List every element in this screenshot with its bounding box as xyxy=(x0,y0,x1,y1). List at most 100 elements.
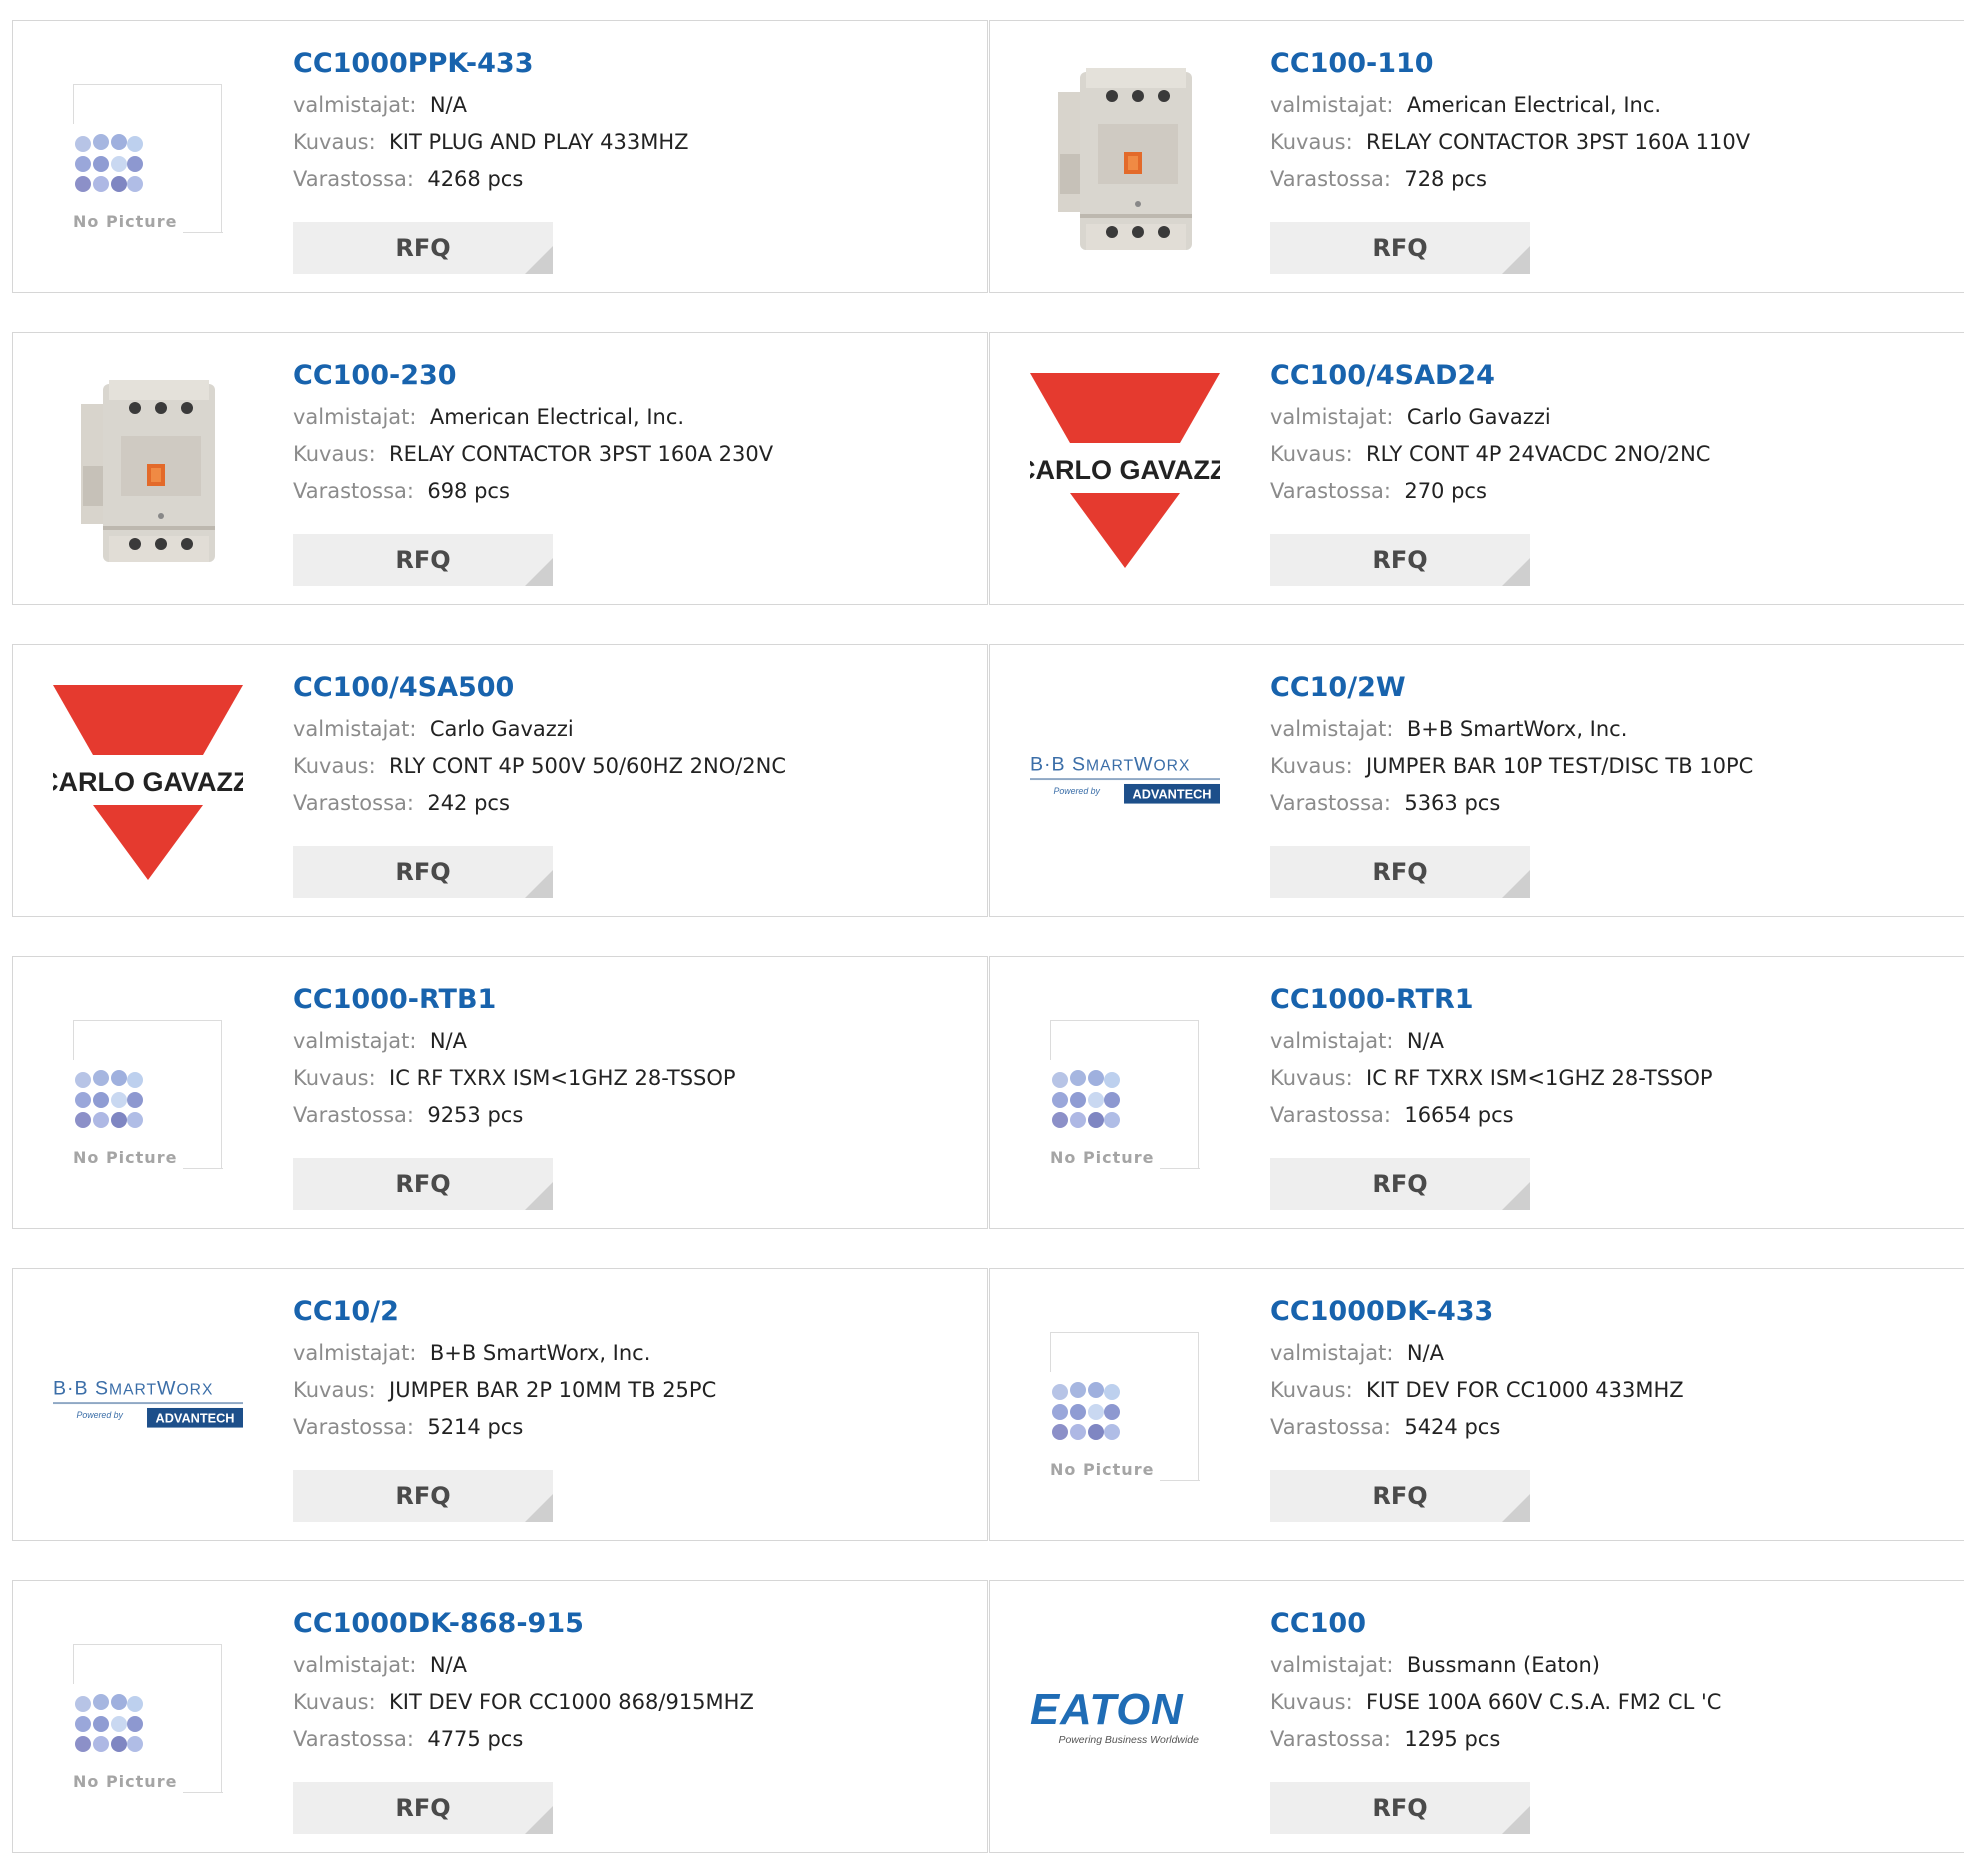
rfq-button-label: RFQ xyxy=(1372,858,1428,886)
bb-smartworx-logo: B·B SMARTWORX Powered by ADVANTECH xyxy=(53,1377,243,1428)
description-label: Kuvaus: xyxy=(293,1690,376,1714)
corner-triangle-icon xyxy=(525,1494,553,1522)
stock-value: 698 pcs xyxy=(427,479,510,503)
description-value: JUMPER BAR 10P TEST/DISC TB 10PC xyxy=(1366,754,1754,778)
manufacturer-row: valmistajat: Carlo Gavazzi xyxy=(1270,399,1950,436)
description-row: Kuvaus: FUSE 100A 660V C.S.A. FM2 CL 'C xyxy=(1270,1684,1950,1721)
stock-row: Varastossa: 4268 pcs xyxy=(293,161,973,198)
rfq-button[interactable]: RFQ xyxy=(293,1158,553,1210)
product-info: CC10/2W valmistajat: B+B SmartWorx, Inc.… xyxy=(1270,673,1950,822)
rfq-button[interactable]: RFQ xyxy=(1270,1158,1530,1210)
product-info: CC1000DK-433 valmistajat: N/A Kuvaus: KI… xyxy=(1270,1297,1950,1446)
product-part-link[interactable]: CC100-230 xyxy=(293,361,973,393)
product-part-link[interactable]: CC1000-RTB1 xyxy=(293,985,973,1017)
stock-row: Varastossa: 9253 pcs xyxy=(293,1097,973,1134)
product-card: CARLO GAVAZZI CC100/4SAD24 valmistajat: … xyxy=(989,332,1964,605)
product-part-link[interactable]: CC100/4SA500 xyxy=(293,673,973,705)
product-part-link[interactable]: CC100-110 xyxy=(1270,49,1950,81)
stock-value: 16654 pcs xyxy=(1404,1103,1514,1127)
product-image: No Picture xyxy=(53,1621,243,1816)
product-card: B·B SMARTWORX Powered by ADVANTECH CC10/… xyxy=(12,1268,988,1541)
rfq-button[interactable]: RFQ xyxy=(293,846,553,898)
placeholder-dots-icon xyxy=(75,1693,143,1752)
svg-text:B·B SMARTWORX: B·B SMARTWORX xyxy=(53,1377,213,1399)
product-image: No Picture xyxy=(53,61,243,256)
rfq-button[interactable]: RFQ xyxy=(293,534,553,586)
description-value: FUSE 100A 660V C.S.A. FM2 CL 'C xyxy=(1366,1690,1722,1714)
stock-label: Varastossa: xyxy=(293,479,414,503)
svg-text:ADVANTECH: ADVANTECH xyxy=(1133,786,1212,801)
product-info: CC1000DK-868-915 valmistajat: N/A Kuvaus… xyxy=(293,1609,973,1758)
carlo-gavazzi-logo: CARLO GAVAZZI xyxy=(53,685,243,880)
no-picture-caption: No Picture xyxy=(73,211,178,231)
product-part-link[interactable]: CC100/4SAD24 xyxy=(1270,361,1950,393)
rfq-button[interactable]: RFQ xyxy=(1270,534,1530,586)
manufacturer-row: valmistajat: B+B SmartWorx, Inc. xyxy=(1270,711,1950,748)
product-part-link[interactable]: CC1000PPK-433 xyxy=(293,49,973,81)
placeholder-dots-icon xyxy=(1052,1069,1120,1128)
stock-label: Varastossa: xyxy=(293,1103,414,1127)
product-part-link[interactable]: CC100 xyxy=(1270,1609,1950,1641)
manufacturer-label: valmistajat: xyxy=(293,405,417,429)
manufacturer-row: valmistajat: American Electrical, Inc. xyxy=(293,399,973,436)
manufacturer-value: Bussmann (Eaton) xyxy=(1406,1653,1600,1677)
corner-triangle-icon xyxy=(1502,1182,1530,1210)
no-picture-placeholder: No Picture xyxy=(1050,1331,1200,1482)
description-value: JUMPER BAR 2P 10MM TB 25PC xyxy=(389,1378,717,1402)
rfq-button[interactable]: RFQ xyxy=(1270,222,1530,274)
no-picture-placeholder: No Picture xyxy=(73,83,223,234)
product-card: No Picture CC1000-RTB1 valmistajat: N/A … xyxy=(12,956,988,1229)
product-part-link[interactable]: CC10/2 xyxy=(293,1297,973,1329)
product-row: No Picture CC1000DK-868-915 valmistajat:… xyxy=(12,1580,1964,1855)
product-part-link[interactable]: CC1000-RTR1 xyxy=(1270,985,1950,1017)
product-part-link[interactable]: CC1000DK-868-915 xyxy=(293,1609,973,1641)
product-info: CC100 valmistajat: Bussmann (Eaton) Kuva… xyxy=(1270,1609,1950,1758)
stock-value: 242 pcs xyxy=(427,791,510,815)
product-image: CARLO GAVAZZI xyxy=(1030,373,1220,568)
manufacturer-label: valmistajat: xyxy=(293,1341,417,1365)
description-row: Kuvaus: RLY CONT 4P 24VACDC 2NO/2NC xyxy=(1270,436,1950,473)
manufacturer-label: valmistajat: xyxy=(1270,405,1394,429)
product-card: CC100-110 valmistajat: American Electric… xyxy=(989,20,1964,293)
rfq-button[interactable]: RFQ xyxy=(293,1782,553,1834)
svg-text:Powering Business Worldwide: Powering Business Worldwide xyxy=(1059,1734,1200,1745)
product-info: CC10/2 valmistajat: B+B SmartWorx, Inc. … xyxy=(293,1297,973,1446)
manufacturer-label: valmistajat: xyxy=(1270,1341,1394,1365)
product-card: No Picture CC1000PPK-433 valmistajat: N/… xyxy=(12,20,988,293)
stock-label: Varastossa: xyxy=(293,1415,414,1439)
product-part-link[interactable]: CC1000DK-433 xyxy=(1270,1297,1950,1329)
rfq-button[interactable]: RFQ xyxy=(293,1470,553,1522)
product-image: CARLO GAVAZZI xyxy=(53,685,243,880)
manufacturer-value: B+B SmartWorx, Inc. xyxy=(1406,717,1628,741)
product-part-link[interactable]: CC10/2W xyxy=(1270,673,1950,705)
rfq-button[interactable]: RFQ xyxy=(1270,1782,1530,1834)
product-image: B·B SMARTWORX Powered by ADVANTECH xyxy=(53,1309,243,1504)
no-picture-placeholder: No Picture xyxy=(73,1019,223,1170)
manufacturer-row: valmistajat: B+B SmartWorx, Inc. xyxy=(293,1335,973,1372)
rfq-button-label: RFQ xyxy=(1372,1482,1428,1510)
manufacturer-label: valmistajat: xyxy=(1270,717,1394,741)
placeholder-dots-icon xyxy=(1052,1381,1120,1440)
description-label: Kuvaus: xyxy=(1270,1690,1353,1714)
stock-row: Varastossa: 242 pcs xyxy=(293,785,973,822)
rfq-button[interactable]: RFQ xyxy=(1270,1470,1530,1522)
description-value: RLY CONT 4P 24VACDC 2NO/2NC xyxy=(1366,442,1711,466)
rfq-button[interactable]: RFQ xyxy=(293,222,553,274)
carlo-gavazzi-logo: CARLO GAVAZZI xyxy=(1030,373,1220,568)
stock-value: 1295 pcs xyxy=(1404,1727,1501,1751)
stock-value: 270 pcs xyxy=(1404,479,1487,503)
no-picture-caption: No Picture xyxy=(73,1147,178,1167)
product-row: B·B SMARTWORX Powered by ADVANTECH CC10/… xyxy=(12,1268,1964,1543)
manufacturer-label: valmistajat: xyxy=(1270,1653,1394,1677)
rfq-button[interactable]: RFQ xyxy=(1270,846,1530,898)
product-image xyxy=(1030,61,1220,256)
description-value: KIT PLUG AND PLAY 433MHZ xyxy=(389,130,689,154)
stock-label: Varastossa: xyxy=(293,1727,414,1751)
stock-row: Varastossa: 4775 pcs xyxy=(293,1721,973,1758)
manufacturer-value: Carlo Gavazzi xyxy=(429,717,574,741)
description-row: Kuvaus: KIT PLUG AND PLAY 433MHZ xyxy=(293,124,973,161)
description-value: RELAY CONTACTOR 3PST 160A 110V xyxy=(1366,130,1751,154)
manufacturer-row: valmistajat: Bussmann (Eaton) xyxy=(1270,1647,1950,1684)
svg-text:EATON: EATON xyxy=(1030,1684,1184,1733)
corner-triangle-icon xyxy=(1502,1494,1530,1522)
